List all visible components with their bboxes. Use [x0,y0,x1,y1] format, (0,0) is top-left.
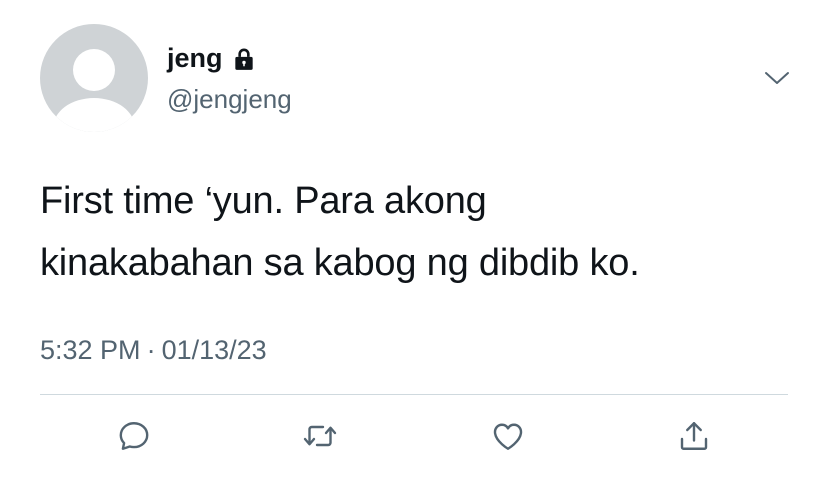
tweet-time: 5:32 PM [40,335,141,365]
divider [40,394,788,395]
tweet-text: First time ‘yun. Para akong kinakabahan … [40,180,640,284]
meta-separator: · [146,335,156,365]
tweet-timestamp[interactable]: 5:32 PM · 01/13/23 [40,332,267,368]
share-button[interactable] [672,414,716,458]
chevron-down-icon[interactable] [764,70,790,86]
retweet-icon [303,425,337,447]
retweet-button[interactable] [298,414,342,458]
avatar-head-shape [73,49,115,91]
user-handle[interactable]: @jengjeng [167,84,292,114]
tweet-card: jeng @jengjeng First time ‘yun. Para ako… [0,0,828,482]
share-icon [680,422,708,450]
reply-icon [119,422,149,450]
lock-icon [231,46,257,72]
like-button[interactable] [486,414,530,458]
avatar[interactable] [40,24,148,132]
user-name-row: jeng [167,42,257,74]
reply-button[interactable] [112,414,156,458]
avatar-body-shape [53,98,135,132]
display-name[interactable]: jeng [167,42,223,74]
action-bar [0,414,828,458]
tweet-date: 01/13/23 [161,335,267,365]
heart-icon [493,423,523,450]
